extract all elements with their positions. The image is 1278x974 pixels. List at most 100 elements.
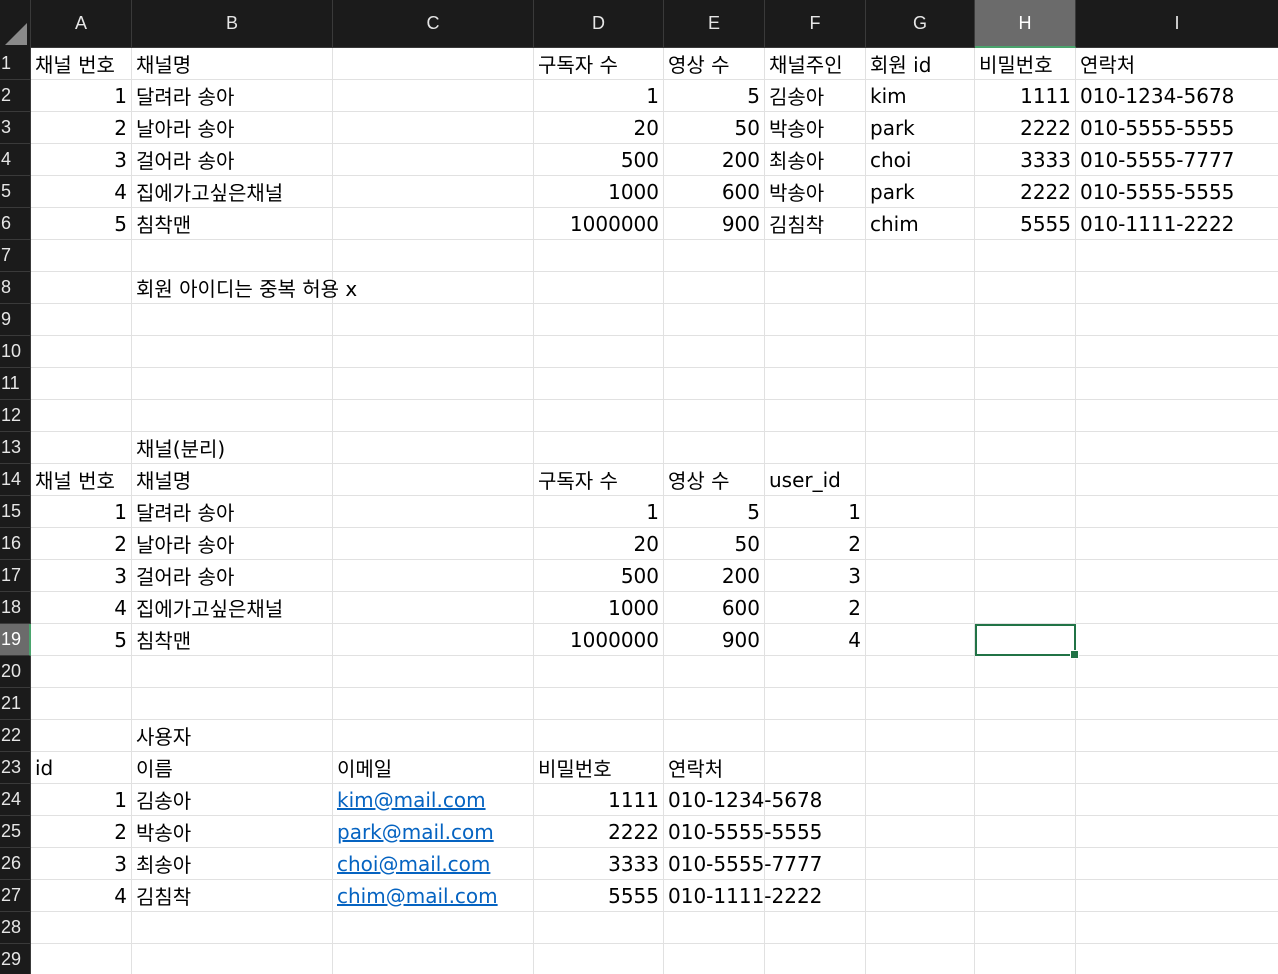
cell-i15[interactable] [1076,496,1278,528]
cell-a12[interactable] [31,400,132,432]
cell-c25[interactable]: park@mail.com [333,816,534,848]
column-header-c[interactable]: C [333,0,534,48]
cell-g28[interactable] [866,912,975,944]
cell-i7[interactable] [1076,240,1278,272]
cell-a9[interactable] [31,304,132,336]
cell-e1[interactable]: 영상 수 [664,48,765,80]
cell-g12[interactable] [866,400,975,432]
cell-h6[interactable]: 5555 [975,208,1076,240]
cell-i24[interactable] [1076,784,1278,816]
cell-b21[interactable] [132,688,333,720]
cell-a1[interactable]: 채널 번호 [31,48,132,80]
cell-a15[interactable]: 1 [31,496,132,528]
cell-c21[interactable] [333,688,534,720]
cell-b23[interactable]: 이름 [132,752,333,784]
cell-c14[interactable] [333,464,534,496]
cell-h28[interactable] [975,912,1076,944]
cell-a27[interactable]: 4 [31,880,132,912]
cell-e16[interactable]: 50 [664,528,765,560]
row-header-11[interactable]: 11 [0,368,31,400]
cell-e6[interactable]: 900 [664,208,765,240]
row-header-25[interactable]: 25 [0,816,31,848]
cell-f17[interactable]: 3 [765,560,866,592]
cell-e14[interactable]: 영상 수 [664,464,765,496]
cell-f5[interactable]: 박송아 [765,176,866,208]
cell-a28[interactable] [31,912,132,944]
cell-f27[interactable] [765,880,866,912]
cell-i13[interactable] [1076,432,1278,464]
row-header-26[interactable]: 26 [0,848,31,880]
cell-g24[interactable] [866,784,975,816]
row-header-15[interactable]: 15 [0,496,31,528]
row-header-22[interactable]: 22 [0,720,31,752]
cell-a16[interactable]: 2 [31,528,132,560]
cell-h24[interactable] [975,784,1076,816]
cell-g14[interactable] [866,464,975,496]
cell-e2[interactable]: 5 [664,80,765,112]
cell-h15[interactable] [975,496,1076,528]
cell-d13[interactable] [534,432,664,464]
cell-a23[interactable]: id [31,752,132,784]
column-header-b[interactable]: B [132,0,333,48]
cell-d26[interactable]: 3333 [534,848,664,880]
row-header-28[interactable]: 28 [0,912,31,944]
cell-c7[interactable] [333,240,534,272]
cell-f10[interactable] [765,336,866,368]
cell-e25[interactable]: 010-5555-5555 [664,816,822,848]
cell-g17[interactable] [866,560,975,592]
cell-d29[interactable] [534,944,664,974]
cell-g18[interactable] [866,592,975,624]
cell-f6[interactable]: 김침착 [765,208,866,240]
cell-d15[interactable]: 1 [534,496,664,528]
cell-d27[interactable]: 5555 [534,880,664,912]
cell-b15[interactable]: 달려라 송아 [132,496,333,528]
row-header-13[interactable]: 13 [0,432,31,464]
cell-h25[interactable] [975,816,1076,848]
cell-g15[interactable] [866,496,975,528]
cell-b17[interactable]: 걸어라 송아 [132,560,333,592]
cell-f16[interactable]: 2 [765,528,866,560]
cell-g20[interactable] [866,656,975,688]
cell-e7[interactable] [664,240,765,272]
cell-i25[interactable] [1076,816,1278,848]
cell-b9[interactable] [132,304,333,336]
cell-h7[interactable] [975,240,1076,272]
cell-h3[interactable]: 2222 [975,112,1076,144]
cell-f2[interactable]: 김송아 [765,80,866,112]
cell-d10[interactable] [534,336,664,368]
cell-e18[interactable]: 600 [664,592,765,624]
column-header-g[interactable]: G [866,0,975,48]
cell-h26[interactable] [975,848,1076,880]
cell-e4[interactable]: 200 [664,144,765,176]
cell-c5[interactable] [333,176,534,208]
cell-e11[interactable] [664,368,765,400]
cell-e20[interactable] [664,656,765,688]
cell-b28[interactable] [132,912,333,944]
cell-i11[interactable] [1076,368,1278,400]
cell-a18[interactable]: 4 [31,592,132,624]
cell-e29[interactable] [664,944,765,974]
cell-c4[interactable] [333,144,534,176]
cell-h11[interactable] [975,368,1076,400]
cell-c28[interactable] [333,912,534,944]
cell-h29[interactable] [975,944,1076,974]
cell-f28[interactable] [765,912,866,944]
cell-c10[interactable] [333,336,534,368]
cell-d22[interactable] [534,720,664,752]
cell-g21[interactable] [866,688,975,720]
cell-e28[interactable] [664,912,765,944]
cell-g10[interactable] [866,336,975,368]
cell-h20[interactable] [975,656,1076,688]
cell-h27[interactable] [975,880,1076,912]
cell-e9[interactable] [664,304,765,336]
cell-a29[interactable] [31,944,132,974]
cell-f13[interactable] [765,432,866,464]
cell-e24[interactable]: 010-1234-5678 [664,784,822,816]
row-header-8[interactable]: 8 [0,272,31,304]
cell-i2[interactable]: 010-1234-5678 [1076,80,1278,112]
row-header-21[interactable]: 21 [0,688,31,720]
cell-c11[interactable] [333,368,534,400]
cell-f11[interactable] [765,368,866,400]
cell-g29[interactable] [866,944,975,974]
cell-c20[interactable] [333,656,534,688]
